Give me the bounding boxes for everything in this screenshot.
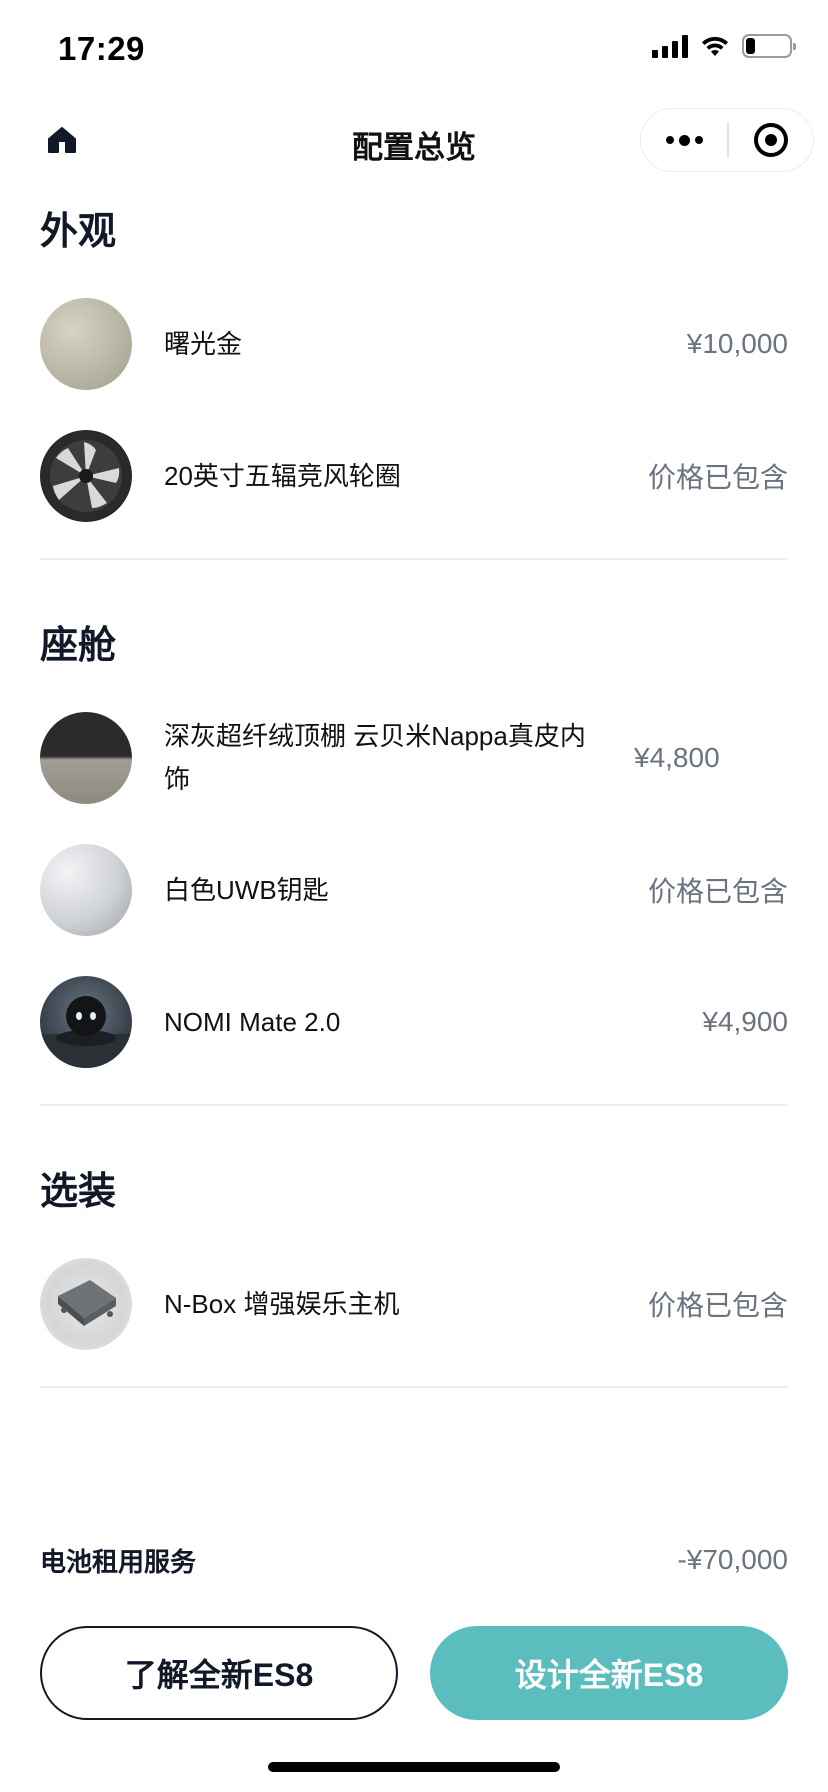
status-time: 17:29 <box>58 30 145 67</box>
target-icon <box>753 123 788 157</box>
more-icon <box>665 136 674 144</box>
nomi-image <box>40 976 132 1068</box>
item-name: NOMI Mate 2.0 <box>164 1006 341 1037</box>
battery-service-label: 电池租用服务 <box>40 1546 197 1577</box>
list-item: 深灰超纤绒顶棚 云贝米Nappa真皮内饰 ¥4,800 <box>40 692 788 824</box>
item-price: ¥4,800 <box>634 742 720 773</box>
battery-service-price: -¥70,000 <box>677 1544 788 1575</box>
section-title: 选装 <box>40 1171 117 1213</box>
home-indicator <box>268 1762 560 1772</box>
nav-bar: 配置总览 <box>0 96 828 186</box>
more-button[interactable] <box>641 109 727 171</box>
list-item: 曙光金 ¥10,000 <box>40 278 788 410</box>
battery-icon <box>742 34 796 58</box>
mini-program-capsule <box>640 108 814 172</box>
section-title: 外观 <box>40 211 117 253</box>
status-bar: 17:29 <box>0 0 828 96</box>
list-item: N-Box 增强娱乐主机 价格已包含 <box>40 1238 788 1370</box>
item-name: 曙光金 <box>164 328 243 359</box>
section-title: 座舱 <box>40 625 117 667</box>
item-price: 价格已包含 <box>647 876 788 907</box>
gold-paint-swatch <box>40 298 132 390</box>
item-price: 价格已包含 <box>647 1290 788 1321</box>
item-price: ¥10,000 <box>686 328 788 359</box>
list-item: 白色UWB钥匙 价格已包含 <box>40 824 788 956</box>
close-button[interactable] <box>729 109 814 171</box>
status-icons <box>652 34 796 58</box>
section-cabin: 座舱 深灰超纤绒顶棚 云贝米Nappa真皮内饰 ¥4,800 白色UWB钥匙 价… <box>40 600 788 1146</box>
list-item: 20英寸五辐竞风轮圈 价格已包含 <box>40 410 788 542</box>
wheel-image <box>40 430 132 522</box>
design-es8-button[interactable]: 设计全新ES8 <box>430 1626 788 1720</box>
config-overview: 外观 曙光金 ¥10,000 20英寸五辐竞风轮圈 价格已包含 座舱 深灰超纤绒… <box>40 186 788 1388</box>
key-swatch <box>40 844 132 936</box>
section-options: 选装 N-Box 增强娱乐主机 价格已包含 <box>40 1146 788 1388</box>
signal-icon <box>652 34 688 58</box>
item-name: N-Box 增强娱乐主机 <box>164 1288 400 1319</box>
item-price: ¥4,900 <box>702 1006 788 1037</box>
battery-service-row: 电池租用服务 -¥70,000 <box>40 1530 788 1590</box>
section-exterior: 外观 曙光金 ¥10,000 20英寸五辐竞风轮圈 价格已包含 <box>40 186 788 600</box>
wifi-icon <box>700 34 730 58</box>
nbox-image <box>40 1258 132 1350</box>
item-name: 深灰超纤绒顶棚 云贝米Nappa真皮内饰 <box>164 721 586 794</box>
section-divider <box>40 1386 788 1388</box>
learn-es8-button[interactable]: 了解全新ES8 <box>40 1626 398 1720</box>
interior-swatch <box>40 712 132 804</box>
list-item: NOMI Mate 2.0 ¥4,900 <box>40 956 788 1088</box>
item-name: 白色UWB钥匙 <box>164 874 329 905</box>
item-name: 20英寸五辐竞风轮圈 <box>164 460 401 491</box>
item-price: 价格已包含 <box>647 462 788 493</box>
